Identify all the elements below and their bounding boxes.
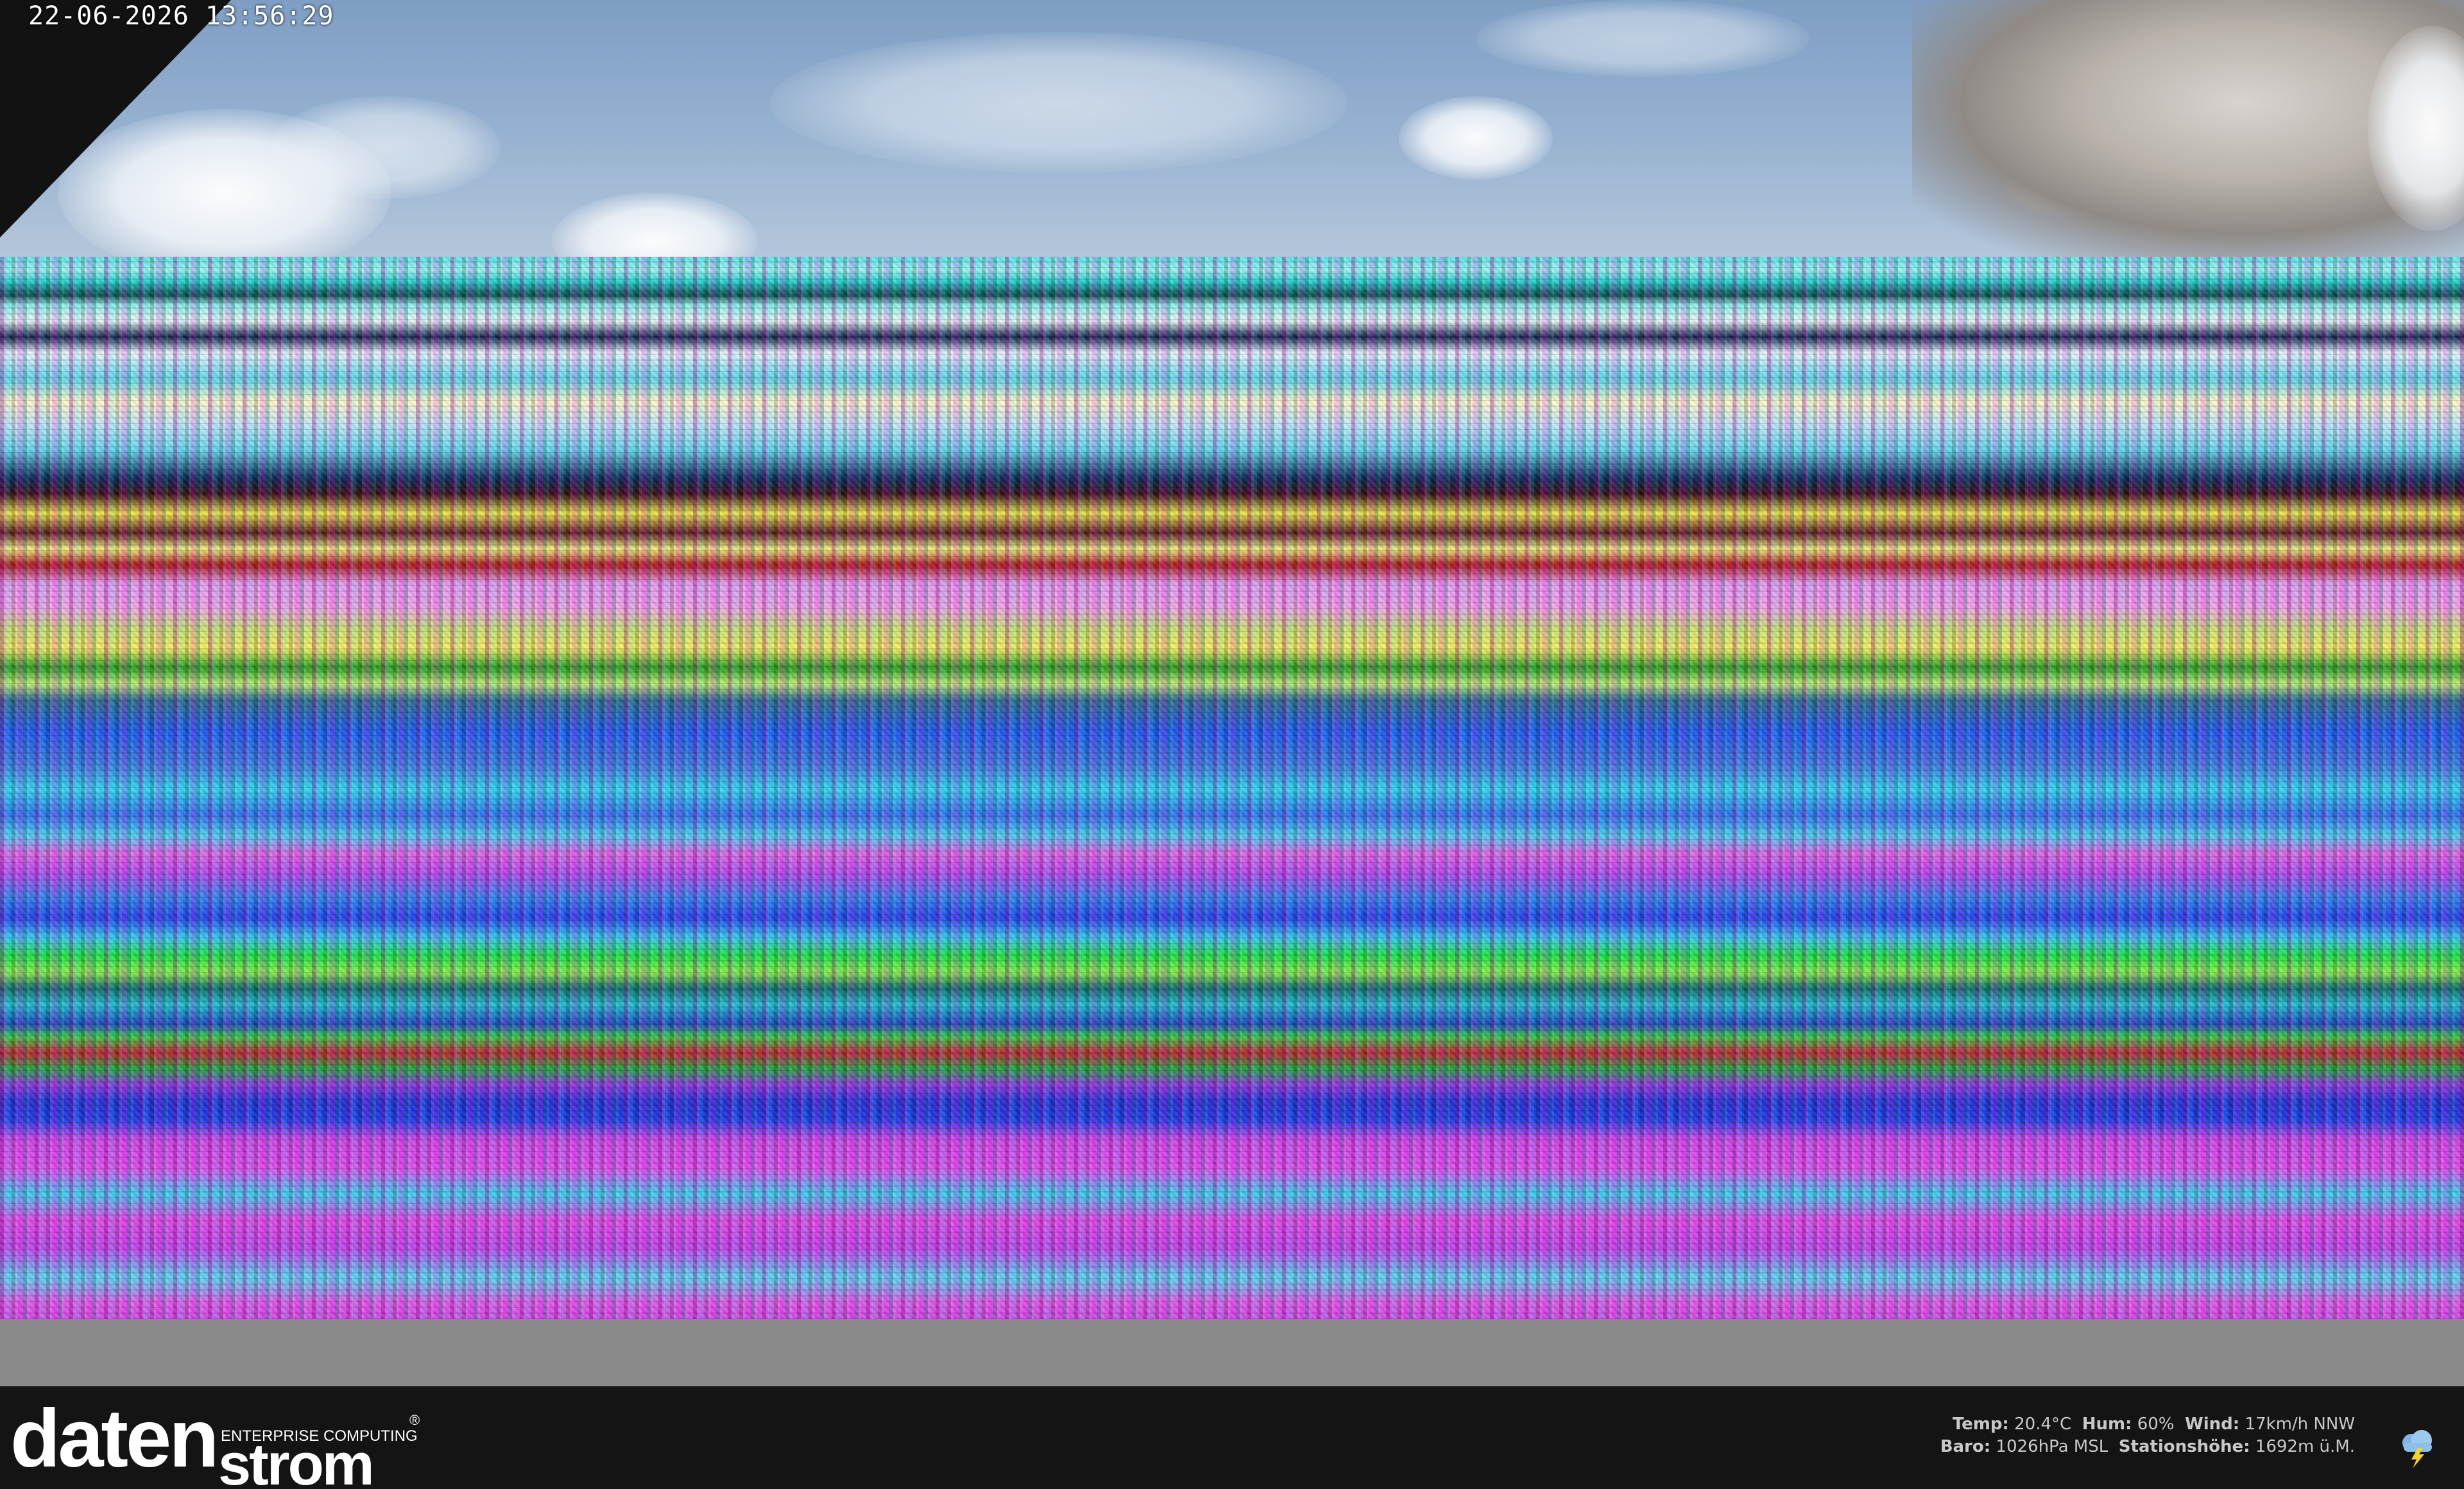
- weather-line-2: Baro: 1026hPa MSL Stationshöhe: 1692m ü.…: [1940, 1436, 2355, 1458]
- wind-value: 17km/h NNW: [2245, 1415, 2355, 1434]
- logo-word-bottom: strom: [218, 1432, 375, 1489]
- temp-label: Temp:: [1952, 1415, 2009, 1434]
- baro-label: Baro:: [1940, 1437, 1991, 1456]
- timestamp: 22-06-2026 13:56:29: [28, 1, 334, 31]
- webcam-frame: 22-06-2026 13:56:29 daten ENTERPRISE COM…: [0, 0, 2464, 1489]
- logo-registered-mark: ®: [409, 1412, 420, 1428]
- wind-label: Wind:: [2185, 1415, 2240, 1434]
- logo-word-top: daten: [10, 1393, 219, 1485]
- sky-image: 22-06-2026 13:56:29: [0, 0, 2464, 289]
- hum-value: 60%: [2137, 1415, 2175, 1434]
- weather-line-1: Temp: 20.4°C Hum: 60% Wind: 17km/h NNW: [1940, 1413, 2355, 1436]
- hum-label: Hum:: [2082, 1415, 2132, 1434]
- gray-band: [0, 1319, 2464, 1386]
- temp-value: 20.4°C: [2014, 1415, 2072, 1434]
- weather-readout: Temp: 20.4°C Hum: 60% Wind: 17km/h NNW B…: [1940, 1413, 2355, 1458]
- frame-corner: [0, 0, 231, 237]
- station-value: 1692m ü.M.: [2255, 1437, 2355, 1456]
- footer-bar: daten ENTERPRISE COMPUTING ® strom Temp:…: [0, 1386, 2464, 1489]
- station-label: Stationshöhe:: [2118, 1437, 2250, 1456]
- thunderstorm-icon: [2402, 1430, 2432, 1468]
- corrupted-image-region: [0, 257, 2464, 1319]
- baro-value: 1026hPa MSL: [1996, 1437, 2109, 1456]
